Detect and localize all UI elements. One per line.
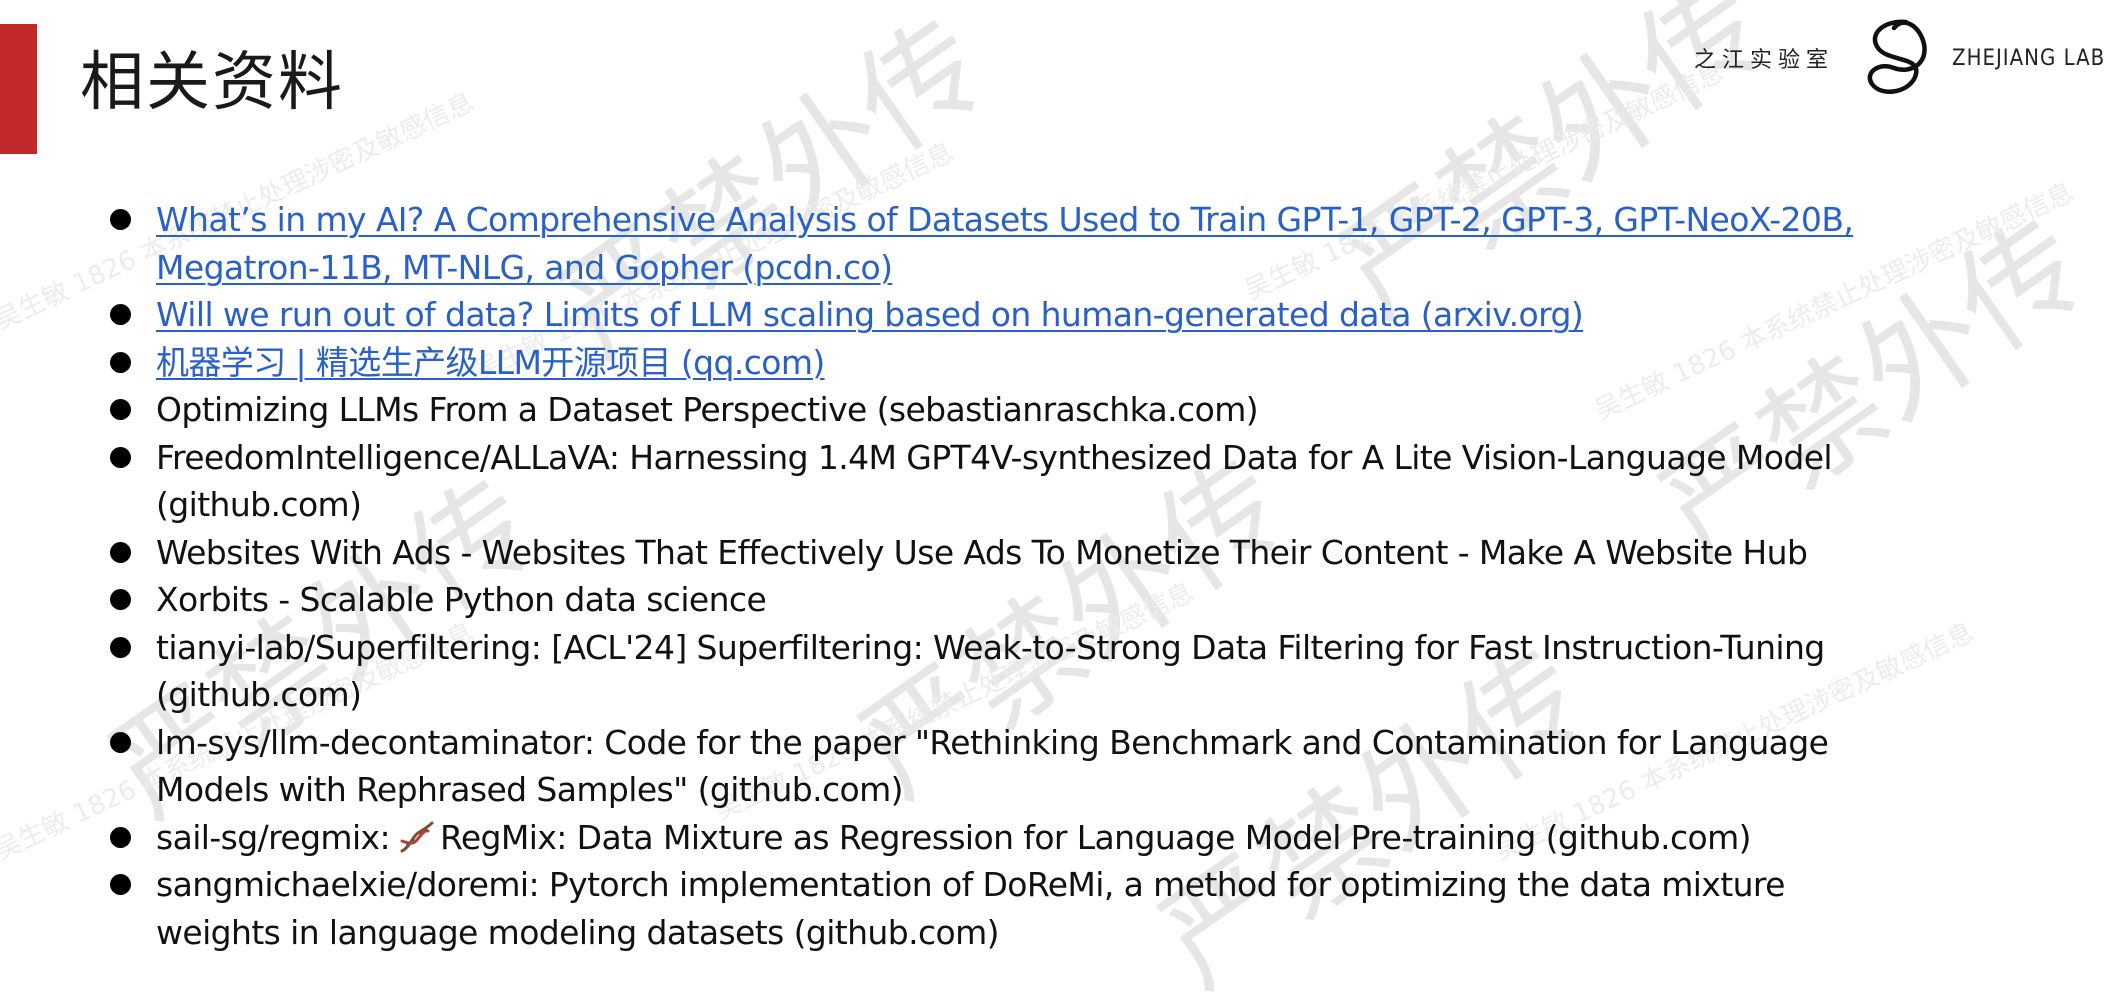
page-title: 相关资料 [80, 46, 344, 120]
reference-text: Xorbits - Scalable Python data science [156, 580, 767, 619]
bullet-icon [110, 399, 131, 420]
list-item: lm-sys/llm-decontaminator: Code for the … [108, 719, 1908, 814]
list-item: sail-sg/regmix: RegMix: Data Mixture as … [108, 814, 1908, 862]
reference-text: Websites With Ads - Websites That Effect… [156, 532, 1808, 572]
bullet-icon [110, 589, 131, 610]
zhejiang-lab-logo: 之江实验室 ZHEJIANG LAB [1694, 12, 2105, 104]
bullet-icon [110, 304, 131, 325]
bullet-icon [110, 636, 131, 658]
slide: 严禁外传 严禁外传 严禁外传 严禁外传 严禁外传 严禁外传 吴生敏 1826 本… [0, 0, 2120, 996]
list-item: Will we run out of data? Limits of LLM s… [108, 291, 1908, 339]
list-item: What’s in my AI? A Comprehensive Analysi… [108, 196, 1908, 291]
reference-link[interactable]: 机器学习 | 精选生产级LLM开源项目 (qq.com) [156, 343, 825, 382]
list-item: Websites With Ads - Websites That Effect… [108, 529, 1908, 577]
reference-text: sangmichaelxie/doremi: Pytorch implement… [156, 865, 1785, 952]
bullet-icon [110, 541, 131, 563]
list-item: 机器学习 | 精选生产级LLM开源项目 (qq.com) [108, 339, 1908, 387]
bullet-icon [110, 826, 131, 848]
bullet-icon [110, 874, 131, 895]
list-item: FreedomIntelligence/ALLaVA: Harnessing 1… [108, 434, 1908, 529]
list-item: Optimizing LLMs From a Dataset Perspecti… [108, 386, 1908, 434]
reference-text: tianyi-lab/Superfiltering: [ACL'24] Supe… [156, 627, 1825, 715]
bullet-icon [110, 731, 131, 753]
reference-link[interactable]: What’s in my AI? A Comprehensive Analysi… [156, 200, 1854, 287]
reference-link[interactable]: Will we run out of data? Limits of LLM s… [156, 295, 1584, 334]
list-item: Xorbits - Scalable Python data science [108, 576, 1908, 624]
bullet-icon [110, 446, 131, 468]
zhejiang-lab-mark-icon [1867, 19, 1927, 94]
logo-en-name: ZHEJIANG LAB [1952, 45, 2106, 71]
reference-text-after: RegMix: Data Mixture as Regression for L… [439, 817, 1752, 857]
bullet-icon [110, 209, 131, 230]
reference-list: What’s in my AI? A Comprehensive Analysi… [108, 196, 1908, 956]
logo-cn-name: 之江实验室 [1694, 48, 1835, 73]
reference-text: Optimizing LLMs From a Dataset Perspecti… [156, 390, 1259, 429]
list-item: tianyi-lab/Superfiltering: [ACL'24] Supe… [108, 624, 1908, 719]
reference-text: lm-sys/llm-decontaminator: Code for the … [156, 722, 1829, 810]
reference-text: FreedomIntelligence/ALLaVA: Harnessing 1… [156, 437, 1833, 525]
list-item: sangmichaelxie/doremi: Pytorch implement… [108, 861, 1908, 956]
dna-icon [400, 821, 434, 852]
bullet-icon [110, 351, 131, 373]
reference-text-before: sail-sg/regmix: [156, 817, 391, 857]
title-accent-bar [0, 24, 37, 154]
